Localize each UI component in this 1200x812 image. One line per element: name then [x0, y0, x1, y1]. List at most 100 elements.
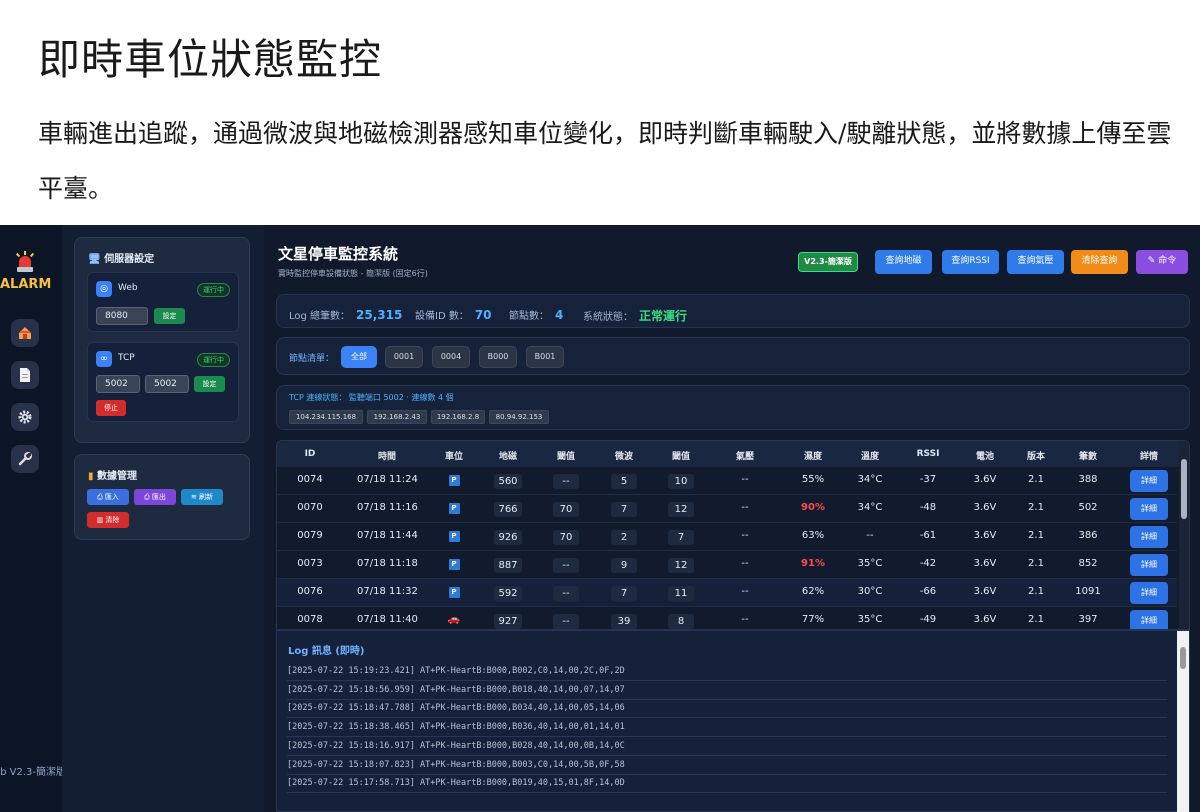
- home-icon[interactable]: [11, 319, 39, 347]
- log-scrollbar[interactable]: [1177, 631, 1189, 812]
- cell-time: 07/18 11:44: [357, 530, 418, 541]
- cell-value: 3.6V: [973, 502, 997, 513]
- table-row[interactable]: 0079 07/18 11:44 P 926 70 2 7 -- 63% -- -61 3.6V 2.1…: [277, 523, 1177, 551]
- log-panel: Log 訊息 (即時) [2025-07-22 15:19:23.421] AT…: [276, 630, 1190, 812]
- page-title: 即時車位狀態監控: [38, 35, 383, 84]
- log-title: Log 訊息 (即時): [288, 646, 365, 657]
- cell-value: --: [553, 474, 579, 489]
- detail-button[interactable]: 詳細: [1130, 610, 1168, 629]
- cell-value: 2.1: [1028, 502, 1044, 513]
- table-scrollbar[interactable]: [1179, 441, 1189, 629]
- cell-time: 07/18 11:18: [357, 558, 418, 569]
- node-chip-0001[interactable]: 0001: [385, 346, 423, 368]
- cell-spot: P: [424, 502, 484, 514]
- node-list-label: 節點清單：: [289, 354, 335, 364]
- detail-button[interactable]: 詳細: [1130, 498, 1168, 520]
- detail-button[interactable]: 詳細: [1130, 470, 1168, 492]
- node-chip-0004[interactable]: 0004: [432, 346, 470, 368]
- tcp-port-input-1[interactable]: 5002: [96, 375, 140, 393]
- cell-press: --: [715, 502, 775, 513]
- export-button[interactable]: ⎙ 匯出: [134, 489, 176, 505]
- log-count-stat: Log 總筆數： 25,315: [289, 308, 403, 322]
- detail-button[interactable]: 詳細: [1130, 554, 1168, 576]
- cell-value: 11: [668, 586, 694, 601]
- cell-value: 30°C: [857, 586, 883, 597]
- query-pressure-button[interactable]: 查詢氣壓: [1007, 250, 1064, 274]
- cell-hum: 55%: [783, 474, 843, 485]
- node-chip-all[interactable]: 全部: [341, 346, 377, 368]
- link-icon: ∞: [96, 351, 112, 367]
- log-line: [2025-07-22 15:17:58.713] AT+PK-HeartB:B…: [287, 775, 1167, 794]
- command-button[interactable]: ✎ 命令: [1136, 250, 1188, 274]
- tcp-set-button[interactable]: 設定: [194, 376, 225, 392]
- cell-value: 77%: [801, 614, 825, 625]
- import-button[interactable]: ⎙ 匯入: [87, 489, 129, 505]
- cell-mw: 7: [594, 502, 654, 517]
- cell-value: --: [553, 586, 579, 601]
- tcp-port-input-2[interactable]: 5002: [145, 375, 189, 393]
- cell-value: 12: [668, 558, 694, 573]
- cell-mag: 887: [478, 558, 538, 573]
- cell-hum: 77%: [783, 614, 843, 625]
- cell-value: 07/18 11:16: [357, 502, 418, 513]
- data-management-card: ▮ 數據管理 ⎙ 匯入 ⎙ 匯出 ≋ 刷新 ▥ 清除: [74, 454, 250, 540]
- query-magnetic-button[interactable]: 查詢地磁: [875, 250, 932, 274]
- main-area: 文星停車監控系統 實時監控停車設備狀態 - 簡潔版 (固定6行) V2.3-簡潔…: [264, 225, 1200, 812]
- cell-mw: 2: [594, 530, 654, 545]
- table-row[interactable]: 0070 07/18 11:16 P 766 70 7 12 -- 90% 34°C -48 3.6V…: [277, 495, 1177, 523]
- cell-mw-th: 12: [651, 502, 711, 517]
- column-header: 地磁: [498, 452, 517, 462]
- cell-mag-th: 70: [536, 502, 596, 517]
- wrench-icon[interactable]: [11, 445, 39, 473]
- log-scroll-thumb[interactable]: [1180, 647, 1186, 669]
- cell-value: 35°C: [857, 614, 883, 625]
- cell-press: --: [715, 586, 775, 597]
- table-row[interactable]: 0074 07/18 11:24 P 560 -- 5 10 -- 55% 34°C -37 3.6V…: [277, 467, 1177, 495]
- web-set-button[interactable]: 設定: [154, 308, 185, 324]
- cell-time: 07/18 11:40: [357, 614, 418, 625]
- node-chip-b001[interactable]: B001: [526, 346, 564, 368]
- web-port-input[interactable]: 8080: [96, 307, 148, 325]
- table-row[interactable]: 0073 07/18 11:18 P 887 -- 9 12 -- 91% 35°C -42 3.6V…: [277, 551, 1177, 579]
- node-chip-b000[interactable]: B000: [479, 346, 517, 368]
- query-rssi-button[interactable]: 查詢RSSI: [942, 250, 999, 274]
- document-icon[interactable]: [11, 361, 39, 389]
- table-row[interactable]: 0076 07/18 11:32 P 592 -- 7 11 -- 62% 30°C -66 3.6V…: [277, 579, 1177, 607]
- cell-spot: P: [424, 558, 484, 570]
- cell-ver: 2.1: [1006, 502, 1066, 513]
- cell-rssi: -61: [898, 530, 958, 541]
- cell-id: 0078: [280, 614, 340, 625]
- tcp-stop-button[interactable]: 停止: [96, 400, 126, 416]
- import-icon: ⎙: [97, 493, 103, 501]
- cell-value: 7: [668, 530, 694, 545]
- refresh-button[interactable]: ≋ 刷新: [181, 489, 223, 505]
- tcp-status-panel: TCP 連線狀態： 監聽端口 5002 · 連線數 4 個 104.234.11…: [276, 385, 1190, 430]
- table-row[interactable]: 0078 07/18 11:40 🚗 927 -- 39 8 -- 77% 35°C -49 3.6V…: [277, 607, 1177, 629]
- column-header: 濕度: [803, 452, 822, 462]
- cell-value: 0073: [297, 558, 323, 569]
- cell-value: 34°C: [857, 474, 883, 485]
- cell-mag: 592: [478, 586, 538, 601]
- detail-button[interactable]: 詳細: [1130, 526, 1168, 548]
- cell-mw: 7: [594, 586, 654, 601]
- cell-mw: 9: [594, 558, 654, 573]
- cell-value: 1091: [1075, 586, 1101, 597]
- cell-mag: 560: [478, 474, 538, 489]
- cell-value: 70: [553, 502, 579, 517]
- cell-value: 39: [611, 614, 637, 629]
- cell-value: 7: [611, 502, 637, 517]
- clear-query-button[interactable]: 清除查詢: [1071, 250, 1128, 274]
- cell-value: 62%: [801, 586, 825, 597]
- car-icon: 🚗: [447, 614, 461, 625]
- detail-button[interactable]: 詳細: [1130, 582, 1168, 604]
- cell-value: 90%: [801, 502, 825, 513]
- refresh-icon: ≋: [190, 493, 197, 501]
- table-scroll-thumb[interactable]: [1181, 459, 1187, 519]
- column-header: 車位: [444, 452, 463, 462]
- cell-value: 9: [611, 558, 637, 573]
- cell-temp: 35°C: [840, 614, 900, 625]
- clear-button[interactable]: ▥ 清除: [87, 512, 129, 528]
- gear-icon[interactable]: [11, 403, 39, 431]
- cell-value: -48: [919, 502, 937, 513]
- cell-value: 5: [611, 474, 637, 489]
